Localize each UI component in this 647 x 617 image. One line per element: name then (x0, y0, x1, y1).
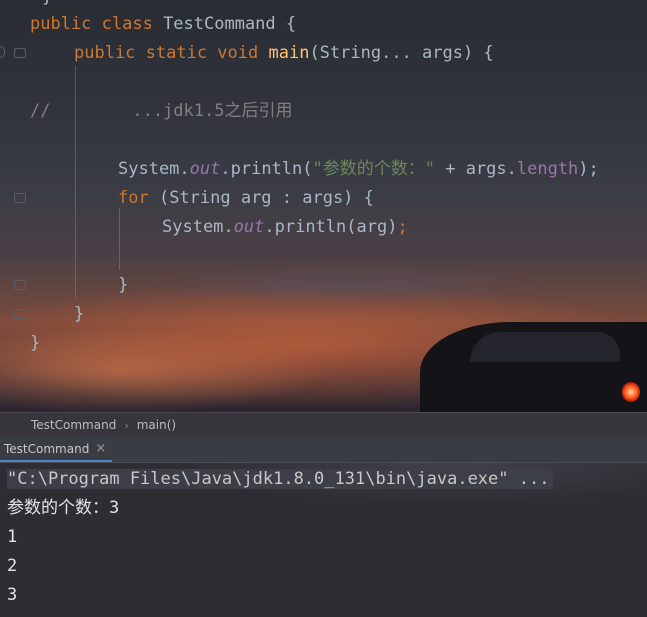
static-field: out (233, 217, 265, 237)
console-line: 1 (7, 527, 18, 547)
fold-marker-icon[interactable] (14, 48, 26, 58)
code-line-close-for[interactable]: } (118, 275, 128, 295)
console-command-line: "C:\Program Files\Java\jdk1.8.0_131\bin\… (7, 469, 554, 489)
code-token: ); (578, 159, 599, 179)
static-field: out (189, 159, 221, 179)
code-token: + args. (434, 159, 517, 179)
background-clouds (0, 255, 647, 315)
run-tab-label: TestCommand (4, 441, 90, 456)
code-line-for[interactable]: for (String arg : args) { (118, 188, 374, 208)
breadcrumb-item-class[interactable]: TestCommand (31, 418, 116, 432)
background-car-taillight (622, 382, 640, 402)
background-car-window (470, 332, 620, 362)
fold-marker-icon[interactable] (14, 309, 26, 319)
run-tab[interactable]: TestCommand × (0, 437, 113, 462)
keyword: public class (30, 14, 153, 34)
run-panel-header: TestCommand × (0, 437, 647, 463)
keyword: for (118, 188, 149, 208)
code-token: ; (397, 217, 408, 237)
code-line-1[interactable]: public class TestCommand { (30, 14, 296, 34)
run-gutter-icon[interactable] (0, 46, 5, 58)
breadcrumb-item-method[interactable]: main() (137, 418, 176, 432)
code-editor[interactable]: } public class TestCommand { public stat… (0, 0, 647, 412)
console-line: 2 (7, 556, 18, 576)
code-token: (String arg : args) { (148, 188, 374, 208)
code-line-println-arg[interactable]: System.out.println(arg); (162, 217, 408, 237)
code-line-0: } (42, 0, 52, 7)
code-line-close-class[interactable]: } (30, 333, 40, 353)
fold-marker-icon[interactable] (14, 280, 26, 290)
code-token: .println(arg) (264, 217, 398, 237)
console-output[interactable]: "C:\Program Files\Java\jdk1.8.0_131\bin\… (0, 463, 647, 617)
code-token: System. (118, 159, 190, 179)
breadcrumb: TestCommand › main() (0, 412, 647, 437)
method-name: main (268, 43, 310, 63)
close-icon[interactable]: × (95, 441, 106, 456)
code-line-close-main[interactable]: } (74, 304, 84, 324)
property: length (516, 159, 579, 179)
code-token: System. (162, 217, 234, 237)
method-signature: (String... args) { (309, 43, 494, 63)
code-line-comment[interactable]: // ...jdk1.5之后引用 (30, 101, 292, 121)
class-name: TestCommand { (152, 14, 297, 34)
indent-guide (119, 208, 120, 270)
code-line-2[interactable]: public static void main(String... args) … (74, 43, 494, 63)
code-line-println-count[interactable]: System.out.println("参数的个数：" + args.lengt… (118, 159, 599, 179)
code-token: .println( (220, 159, 313, 179)
console-line: 3 (7, 585, 18, 605)
keyword: public static void (74, 43, 259, 63)
chevron-right-icon: › (124, 418, 129, 432)
fold-marker-icon[interactable] (14, 193, 26, 203)
console-line: 参数的个数：3 (7, 498, 120, 518)
string-literal: "参数的个数：" (312, 159, 435, 179)
